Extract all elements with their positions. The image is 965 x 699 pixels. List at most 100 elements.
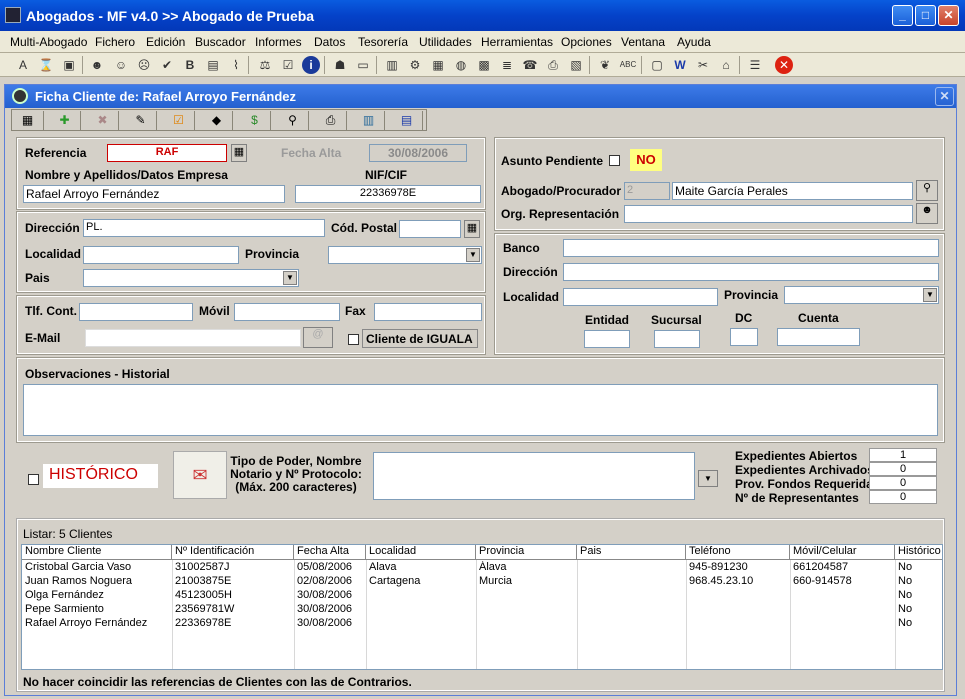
house-icon[interactable]: ⌂ — [717, 56, 735, 74]
screen-icon[interactable]: ▢ — [648, 56, 666, 74]
table-cell[interactable]: Murcia — [476, 575, 577, 589]
money-icon[interactable]: $ — [239, 111, 271, 130]
menu-ayuda[interactable]: Ayuda — [677, 35, 711, 49]
nif-input[interactable]: 22336978E — [295, 185, 481, 203]
windows-icon[interactable]: ▣ — [60, 56, 78, 74]
column-header[interactable]: Localidad — [366, 545, 476, 560]
table-cell[interactable] — [366, 589, 476, 603]
table-cell[interactable]: 661204587 — [790, 561, 895, 575]
table-cell[interactable] — [577, 603, 686, 617]
table-cell[interactable]: Rafael Arroyo Fernández — [22, 617, 172, 631]
column-header[interactable]: Fecha Alta — [294, 545, 366, 560]
nombre-input[interactable]: Rafael Arroyo Fernández — [23, 185, 285, 203]
abogado-name-input[interactable]: Maite García Perales — [672, 182, 913, 200]
table-cell[interactable] — [686, 603, 790, 617]
search-icon[interactable]: ⚲ — [916, 180, 938, 201]
table-cell[interactable]: 30/08/2006 — [294, 617, 366, 631]
globe-icon[interactable]: ◍ — [452, 56, 470, 74]
settings-icon[interactable]: ☰ — [746, 56, 764, 74]
entidad-input[interactable] — [584, 330, 630, 348]
table-cell[interactable]: No — [895, 589, 942, 603]
iguala-checkbox[interactable] — [348, 334, 359, 345]
table-cell[interactable]: 21003875E — [172, 575, 294, 589]
bold-icon[interactable]: B — [181, 56, 199, 74]
clip-icon[interactable]: ⌇ — [227, 56, 245, 74]
table-cell[interactable] — [476, 589, 577, 603]
menu-ventana[interactable]: Ventana — [621, 35, 665, 49]
banco-direccion-input[interactable] — [563, 263, 939, 281]
table-cell[interactable] — [790, 603, 895, 617]
table-cell[interactable] — [577, 561, 686, 575]
table-cell[interactable] — [366, 603, 476, 617]
exit-icon[interactable]: ✕ — [775, 56, 793, 74]
table-cell[interactable]: Álava — [476, 561, 577, 575]
note-icon[interactable]: ▤ — [204, 56, 222, 74]
add-user-icon[interactable]: ✚ — [49, 111, 81, 130]
menu-utilidades[interactable]: Utilidades — [419, 35, 472, 49]
table-cell[interactable]: Alava — [366, 561, 476, 575]
historico-checkbox[interactable] — [28, 474, 39, 485]
cp-lookup-icon[interactable]: ▦ — [464, 220, 480, 238]
table-cell[interactable] — [577, 575, 686, 589]
tlf-input[interactable] — [79, 303, 193, 321]
provincia-select[interactable]: ▼ — [328, 246, 482, 264]
table-cell[interactable]: Olga Fernández — [22, 589, 172, 603]
column-header[interactable]: Teléfono — [686, 545, 790, 560]
menu-opciones[interactable]: Opciones — [561, 35, 612, 49]
cuenta-input[interactable] — [777, 328, 860, 346]
banco-localidad-input[interactable] — [563, 288, 718, 306]
spell-icon[interactable]: A — [14, 56, 32, 74]
chevron-down-icon[interactable]: ▼ — [923, 288, 937, 302]
eraser-icon[interactable]: ◆ — [201, 111, 233, 130]
column-header[interactable]: Móvil/Celular — [790, 545, 895, 560]
table-cell[interactable]: Cristobal Garcia Vaso — [22, 561, 172, 575]
accept-icon[interactable]: ☑ — [163, 111, 195, 130]
edit-user-icon[interactable]: ✎ — [125, 111, 157, 130]
banco-provincia-select[interactable]: ▼ — [784, 286, 939, 304]
table-cell[interactable]: 02/08/2006 — [294, 575, 366, 589]
table-cell[interactable]: 30/08/2006 — [294, 589, 366, 603]
table-cell[interactable]: No — [895, 617, 942, 631]
menu-datos[interactable]: Datos — [314, 35, 345, 49]
banco-input[interactable] — [563, 239, 939, 257]
table-cell[interactable]: 31002587J — [172, 561, 294, 575]
table-cell[interactable]: No — [895, 561, 942, 575]
hourglass-icon[interactable]: ⌛ — [37, 56, 55, 74]
column-header[interactable]: Pais — [577, 545, 686, 560]
spellcheck-icon[interactable]: ABC — [619, 56, 637, 74]
table-cell[interactable] — [790, 617, 895, 631]
table-cell[interactable]: 45123005H — [172, 589, 294, 603]
observaciones-textarea[interactable] — [23, 384, 938, 436]
column-header[interactable]: Nombre Cliente — [22, 545, 172, 560]
book-icon[interactable]: ▥ — [383, 56, 401, 74]
org-input[interactable] — [624, 205, 913, 223]
menu-tesoreria[interactable]: Tesorería — [358, 35, 408, 49]
scales-icon[interactable]: ⚖ — [256, 56, 274, 74]
email-send-icon[interactable]: @ — [303, 327, 333, 348]
column-header[interactable]: Nº Identificación — [172, 545, 294, 560]
info-icon[interactable]: i — [302, 56, 320, 74]
documents-icon[interactable]: ▦ — [429, 56, 447, 74]
phone-icon[interactable]: ☎ — [521, 56, 539, 74]
calculator-icon[interactable]: ▩ — [475, 56, 493, 74]
table-cell[interactable] — [790, 589, 895, 603]
movil-input[interactable] — [234, 303, 340, 321]
localidad-input[interactable] — [83, 246, 239, 264]
print-icon[interactable]: ⎙ — [315, 111, 347, 130]
column-header[interactable]: Histórico — [895, 545, 942, 560]
email-input[interactable] — [85, 329, 301, 347]
table-cell[interactable]: 22336978E — [172, 617, 294, 631]
table-cell[interactable] — [366, 617, 476, 631]
table-icon[interactable]: ▥ — [353, 111, 385, 130]
table-cell[interactable]: No — [895, 575, 942, 589]
menu-edicion[interactable]: Edición — [146, 35, 185, 49]
table-cell[interactable]: 23569781W — [172, 603, 294, 617]
monitor-icon[interactable]: ▭ — [354, 56, 372, 74]
menu-informes[interactable]: Informes — [255, 35, 302, 49]
sucursal-input[interactable] — [654, 330, 700, 348]
cp-input[interactable] — [399, 220, 461, 238]
pais-select[interactable]: ▼ — [83, 269, 299, 287]
referencia-lookup-icon[interactable]: ▦ — [231, 144, 247, 162]
table-cell[interactable] — [577, 589, 686, 603]
tools-icon[interactable]: ✂ — [694, 56, 712, 74]
